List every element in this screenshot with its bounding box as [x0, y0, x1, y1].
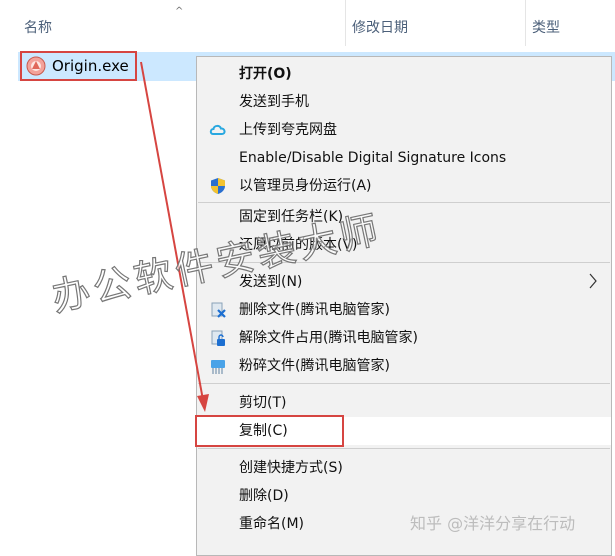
annotation-arrow: [140, 61, 209, 412]
watermark-bottom: 知乎 @洋洋分享在行动: [410, 514, 576, 533]
